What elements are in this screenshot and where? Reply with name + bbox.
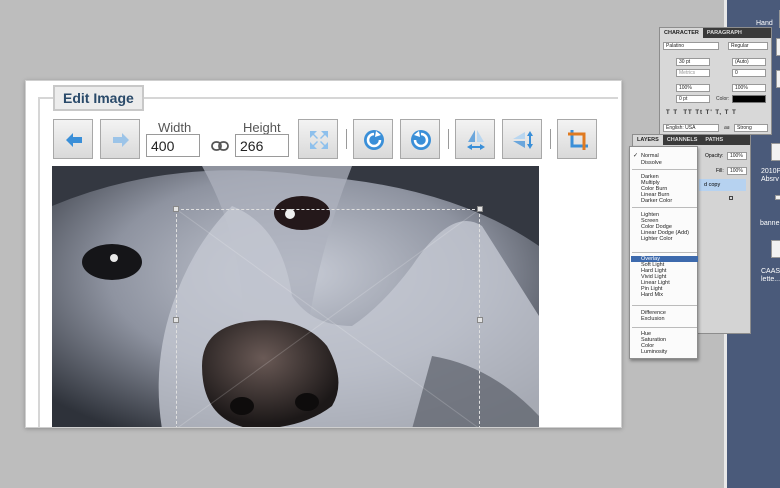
blend-mode-item[interactable]: Darker Color (641, 198, 672, 204)
undo-arrow-icon (66, 133, 82, 147)
font-style-select[interactable]: Regular (728, 42, 768, 50)
flip-vertical-icon (513, 131, 533, 149)
anti-alias-select[interactable]: Strong (734, 124, 768, 132)
document-icon[interactable] (775, 195, 780, 200)
flip-vertical-button[interactable] (502, 119, 542, 159)
crop-handle-middle-right[interactable] (477, 317, 483, 323)
tab-layers[interactable]: LAYERS (633, 135, 663, 145)
checkmark-icon: ✓ (633, 153, 639, 159)
crop-button[interactable] (557, 119, 597, 159)
color-swatch[interactable] (732, 95, 766, 103)
anti-alias-label: aa (724, 125, 730, 131)
horizontal-scale-field[interactable]: 100% (732, 84, 766, 92)
fill-field[interactable]: 100% (727, 167, 747, 175)
character-panel: CHARACTER PARAGRAPH Palatino Regular 30 … (659, 27, 772, 135)
desktop-label-2010: 2010Ph Absrv (761, 168, 780, 183)
dialog-title: Edit Image (53, 85, 144, 111)
height-input[interactable] (235, 134, 289, 157)
document-icon[interactable] (771, 240, 780, 258)
leading-field[interactable]: (Auto) (732, 58, 766, 66)
text-style-buttons[interactable]: T T TT Tt T' T, T T (666, 110, 737, 116)
language-select[interactable]: English: USA (663, 124, 719, 132)
tab-paths[interactable]: PATHS (701, 135, 727, 145)
toolbar-separator (550, 129, 551, 149)
frame-border (38, 97, 40, 427)
menu-separator (632, 305, 697, 306)
tab-paragraph[interactable]: PARAGRAPH (703, 28, 746, 38)
rotate-clockwise-button[interactable] (353, 119, 393, 159)
layers-panel-tabs: LAYERS CHANNELS PATHS (633, 135, 750, 145)
vertical-scale-field[interactable]: 100% (676, 84, 710, 92)
tab-character[interactable]: CHARACTER (660, 28, 703, 38)
rotate-counterclockwise-button[interactable] (400, 119, 440, 159)
layer-row-selected[interactable]: d copy (699, 179, 746, 191)
crop-guides (176, 209, 480, 427)
toolbar-separator (448, 129, 449, 149)
document-icon[interactable] (771, 143, 780, 161)
color-label: Color: (716, 96, 730, 102)
menu-separator (632, 327, 697, 328)
baseline-shift-field[interactable]: 0 pt (676, 95, 710, 103)
tracking-field[interactable]: 0 (732, 69, 766, 77)
fit-button[interactable] (298, 119, 338, 159)
flip-horizontal-icon (467, 130, 485, 150)
crop-handle-top-right[interactable] (477, 206, 483, 212)
lock-icon (729, 196, 733, 200)
opacity-label: Opacity: (705, 153, 724, 159)
width-input[interactable] (146, 134, 200, 157)
font-family-select[interactable]: Palatino (663, 42, 719, 50)
undo-button[interactable] (53, 119, 93, 159)
menu-separator (632, 252, 697, 253)
blend-mode-item[interactable]: Exclusion (641, 316, 665, 322)
opacity-field[interactable]: 100% (727, 152, 747, 160)
blend-mode-item[interactable]: Hard Mix (641, 292, 663, 298)
menu-separator (632, 169, 697, 170)
edit-image-dialog: Edit Image Width Height (25, 80, 622, 428)
file-icon[interactable] (776, 70, 780, 88)
toolbar-separator (346, 129, 347, 149)
crop-handle-top-left[interactable] (173, 206, 179, 212)
height-label: Height (243, 120, 281, 135)
blend-mode-menu: ✓ Normal Dissolve Darken Multiply Color … (629, 146, 698, 359)
kerning-field[interactable]: Metrics (676, 69, 710, 77)
tab-channels[interactable]: CHANNELS (663, 135, 702, 145)
blend-mode-item[interactable]: Lighter Color (641, 236, 673, 242)
image-canvas[interactable] (52, 166, 539, 427)
crop-selection[interactable] (173, 206, 483, 427)
crop-handle-middle-left[interactable] (173, 317, 179, 323)
font-size-field[interactable]: 30 pt (676, 58, 710, 66)
blend-mode-item[interactable]: Dissolve (641, 160, 662, 166)
rotate-clockwise-icon (364, 130, 384, 150)
crop-icon (568, 130, 588, 150)
blend-mode-item[interactable]: Normal (641, 153, 659, 159)
fill-label: Fill: (716, 168, 724, 174)
expand-arrows-icon (310, 131, 328, 149)
menu-separator (632, 207, 697, 208)
desktop-label-banner: banne (760, 220, 780, 227)
rotate-counterclockwise-icon (411, 130, 431, 150)
file-icon[interactable] (776, 38, 780, 56)
width-label: Width (158, 120, 192, 135)
redo-button[interactable] (100, 119, 140, 159)
link-icon (211, 141, 229, 151)
blend-mode-item[interactable]: Luminosity (641, 349, 667, 355)
redo-arrow-icon (113, 133, 129, 147)
desktop-label-caas: CAAS lette... (761, 268, 780, 283)
character-panel-tabs: CHARACTER PARAGRAPH (660, 28, 771, 38)
flip-horizontal-button[interactable] (455, 119, 495, 159)
